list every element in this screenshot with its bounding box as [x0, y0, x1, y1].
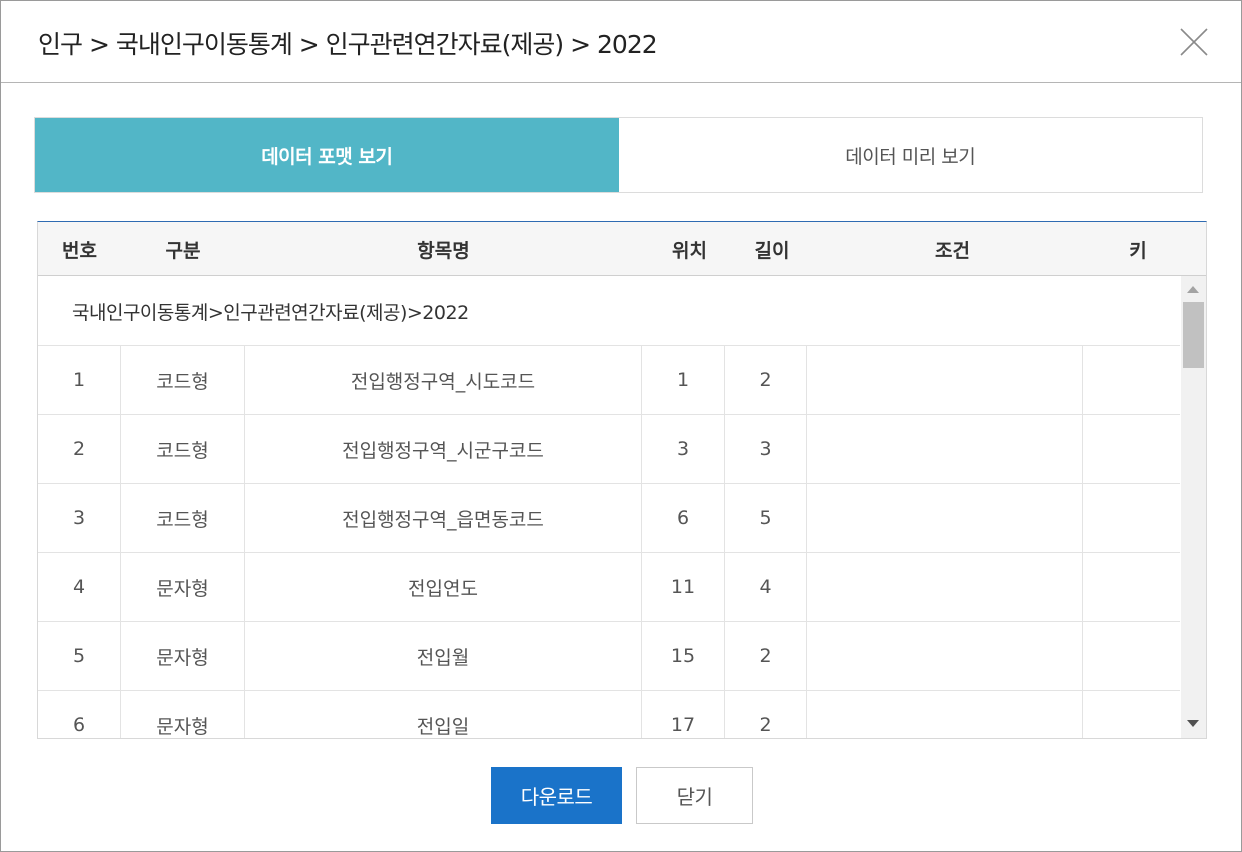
column-header-no: 번호	[62, 239, 97, 262]
modal-header: 인구 > 국내인구이동통계 > 인구관련연간자료(제공) > 2022	[1, 1, 1241, 83]
cell-type: 코드형	[121, 415, 245, 483]
cell-condition	[807, 415, 1083, 483]
close-icon-graphic	[1180, 28, 1208, 56]
tab-data-format[interactable]: 데이터 포맷 보기	[35, 118, 619, 192]
format-table: 번호 구분 항목명 위치 길이 조건 키 국내인구이동통계>인구관련연간자료(제…	[37, 221, 1207, 739]
cell-no: 6	[38, 691, 121, 738]
scroll-down-icon[interactable]	[1187, 720, 1199, 727]
cell-condition	[807, 691, 1083, 738]
cell-no: 5	[38, 622, 121, 690]
download-button[interactable]: 다운로드	[491, 767, 622, 824]
cell-condition	[807, 553, 1083, 621]
column-header-length: 길이	[754, 239, 790, 262]
cell-condition	[807, 484, 1083, 552]
table-group-row: 국내인구이동통계>인구관련연간자료(제공)>2022	[38, 276, 1180, 346]
table-scrollbar[interactable]	[1181, 276, 1206, 738]
cell-key	[1083, 484, 1180, 552]
cell-length: 2	[725, 691, 807, 738]
scroll-thumb[interactable]	[1183, 302, 1204, 368]
table-row: 1 코드형 전입행정구역_시도코드 1 2	[38, 346, 1180, 415]
cell-name: 전입연도	[245, 553, 642, 621]
table-row: 6 문자형 전입일 17 2	[38, 691, 1180, 738]
cell-length: 4	[725, 553, 807, 621]
cell-name: 전입행정구역_시도코드	[245, 346, 642, 414]
cell-no: 3	[38, 484, 121, 552]
cell-length: 5	[725, 484, 807, 552]
table-row: 4 문자형 전입연도 11 4	[38, 553, 1180, 622]
data-format-modal: 인구 > 국내인구이동통계 > 인구관련연간자료(제공) > 2022 데이터 …	[0, 0, 1242, 852]
cell-position: 6	[642, 484, 725, 552]
cell-key	[1083, 691, 1180, 738]
cell-position: 17	[642, 691, 725, 738]
group-label: 국내인구이동통계>인구관련연간자료(제공)>2022	[72, 302, 469, 324]
cell-name: 전입월	[245, 622, 642, 690]
table-row: 2 코드형 전입행정구역_시군구코드 3 3	[38, 415, 1180, 484]
table-row: 3 코드형 전입행정구역_읍면동코드 6 5	[38, 484, 1180, 553]
cell-type: 문자형	[121, 622, 245, 690]
cell-position: 11	[642, 553, 725, 621]
cell-no: 1	[38, 346, 121, 414]
cell-length: 2	[725, 622, 807, 690]
column-header-key: 키	[1129, 239, 1147, 262]
cell-condition	[807, 346, 1083, 414]
cell-position: 3	[642, 415, 725, 483]
cell-key	[1083, 415, 1180, 483]
column-header-name: 항목명	[417, 239, 470, 262]
close-button[interactable]: 닫기	[636, 767, 753, 824]
cell-type: 코드형	[121, 484, 245, 552]
cell-position: 15	[642, 622, 725, 690]
tab-data-preview[interactable]: 데이터 미리 보기	[618, 118, 1202, 192]
cell-type: 문자형	[121, 691, 245, 738]
table-header: 번호 구분 항목명 위치 길이 조건 키	[38, 222, 1206, 276]
cell-name: 전입행정구역_읍면동코드	[245, 484, 642, 552]
cell-name: 전입일	[245, 691, 642, 738]
cell-position: 1	[642, 346, 725, 414]
cell-type: 문자형	[121, 553, 245, 621]
cell-key	[1083, 622, 1180, 690]
cell-key	[1083, 346, 1180, 414]
cell-no: 4	[38, 553, 121, 621]
cell-key	[1083, 553, 1180, 621]
cell-type: 코드형	[121, 346, 245, 414]
modal-title: 인구 > 국내인구이동통계 > 인구관련연간자료(제공) > 2022	[38, 30, 658, 59]
view-tabs: 데이터 포맷 보기 데이터 미리 보기	[34, 117, 1203, 193]
column-header-condition: 조건	[935, 239, 970, 262]
table-body: 국내인구이동통계>인구관련연간자료(제공)>2022 1 코드형 전입행정구역_…	[38, 276, 1180, 738]
scroll-up-icon[interactable]	[1187, 286, 1199, 293]
table-row: 5 문자형 전입월 15 2	[38, 622, 1180, 691]
cell-name: 전입행정구역_시군구코드	[245, 415, 642, 483]
cell-length: 2	[725, 346, 807, 414]
close-icon[interactable]	[1177, 25, 1211, 59]
cell-condition	[807, 622, 1083, 690]
column-header-position: 위치	[672, 239, 707, 262]
cell-no: 2	[38, 415, 121, 483]
cell-length: 3	[725, 415, 807, 483]
column-header-type: 구분	[165, 239, 201, 262]
